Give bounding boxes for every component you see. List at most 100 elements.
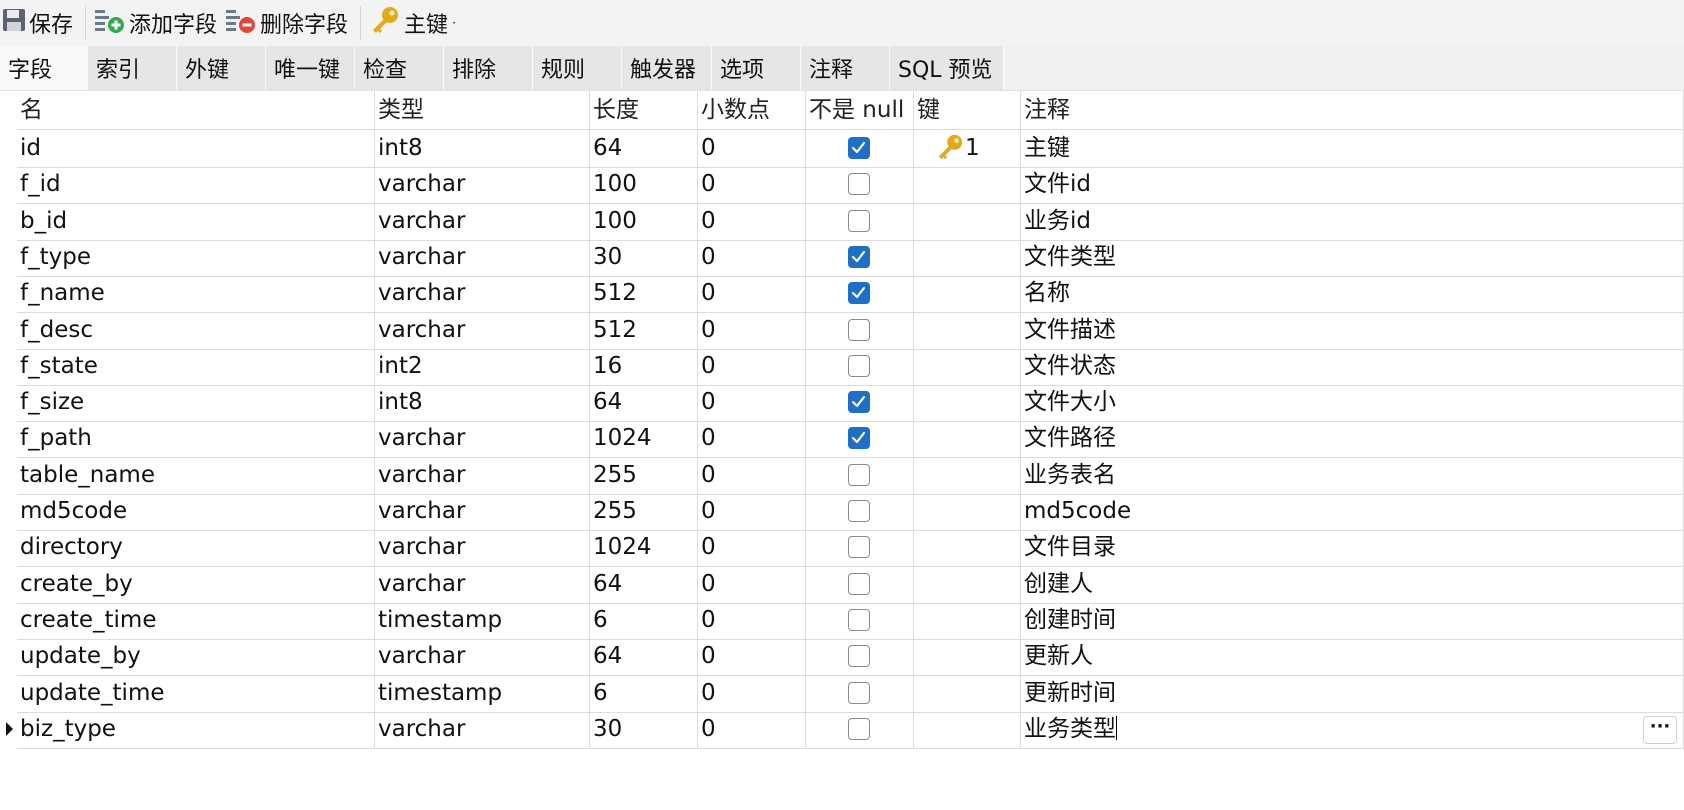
cell-not-null[interactable] [806,419,914,459]
cell-key[interactable] [914,492,1021,531]
save-button[interactable]: 保存 [0,0,79,46]
cell-length[interactable]: 6 [590,673,698,713]
cell-type[interactable]: int2 [375,346,590,386]
cell-comment[interactable]: 更新人 [1021,637,1684,677]
cell-length[interactable]: 1024 [590,419,698,459]
cell-type[interactable]: varchar [375,201,590,241]
table-row[interactable]: update_time timestamp 6 0 更新时间 [0,673,1684,713]
not-null-checkbox[interactable] [848,645,870,668]
tab-5[interactable]: 排除 [444,46,533,90]
cell-name[interactable]: table_name [17,455,375,495]
cell-decimals[interactable]: 0 [698,274,806,314]
cell-comment[interactable]: 创建人 [1021,564,1684,604]
cell-length[interactable]: 1024 [590,528,698,568]
cell-not-null[interactable] [806,274,914,314]
cell-decimals[interactable]: 0 [698,709,806,749]
cell-length[interactable]: 16 [590,346,698,386]
cell-name[interactable]: create_time [17,600,375,640]
not-null-checkbox[interactable] [848,245,870,268]
column-header-not-null[interactable]: 不是 null [806,91,914,130]
cell-not-null[interactable] [806,564,914,604]
cell-not-null[interactable] [806,455,914,495]
not-null-checkbox[interactable] [848,427,870,450]
cell-key[interactable] [914,383,1021,423]
cell-type[interactable]: varchar [375,455,590,495]
cell-name[interactable]: biz_type [17,709,375,749]
not-null-checkbox[interactable] [848,717,870,740]
cell-comment[interactable]: 名称 [1021,274,1684,314]
cell-key[interactable] [914,419,1021,459]
cell-decimals[interactable]: 0 [698,492,806,531]
column-header-length[interactable]: 长度 [590,91,698,130]
cell-comment[interactable]: 文件状态 [1021,346,1684,386]
cell-not-null[interactable] [806,492,914,531]
cell-name[interactable]: b_id [17,201,375,241]
add-field-button[interactable]: 添加字段 [92,0,223,46]
cell-decimals[interactable]: 0 [698,637,806,677]
cell-length[interactable]: 64 [590,564,698,604]
cell-length[interactable]: 255 [590,492,698,531]
cell-type[interactable]: varchar [375,165,590,205]
cell-comment[interactable]: 文件描述 [1021,310,1684,350]
cell-type[interactable]: varchar [375,237,590,277]
cell-length[interactable]: 64 [590,637,698,677]
cell-type[interactable]: varchar [375,709,590,749]
not-null-checkbox[interactable] [848,681,870,704]
cell-length[interactable]: 30 [590,237,698,277]
cell-decimals[interactable]: 0 [698,310,806,350]
cell-name[interactable]: create_by [17,564,375,604]
cell-decimals[interactable]: 0 [698,528,806,568]
table-row[interactable]: f_path varchar 1024 0 文件路径 [0,419,1684,459]
cell-length[interactable]: 512 [590,310,698,350]
table-row[interactable]: biz_type varchar 30 0 业务类型 ··· [0,709,1684,749]
table-row[interactable]: create_by varchar 64 0 创建人 [0,564,1684,604]
cell-name[interactable]: f_id [17,165,375,205]
cell-decimals[interactable]: 0 [698,419,806,459]
table-row[interactable]: f_desc varchar 512 0 文件描述 [0,310,1684,350]
cell-name[interactable]: f_size [17,383,375,423]
not-null-checkbox[interactable] [848,318,870,341]
tab-3[interactable]: 唯一键 [266,46,355,90]
cell-decimals[interactable]: 0 [698,564,806,604]
tab-8[interactable]: 选项 [712,46,801,90]
cell-comment[interactable]: md5code [1021,492,1684,531]
cell-type[interactable]: timestamp [375,600,590,640]
cell-not-null[interactable] [806,383,914,423]
table-row[interactable]: update_by varchar 64 0 更新人 [0,637,1684,677]
cell-key[interactable] [914,564,1021,604]
cell-comment[interactable]: 文件目录 [1021,528,1684,568]
tab-4[interactable]: 检查 [355,46,444,90]
column-header-name[interactable]: 名 [17,91,375,130]
cell-name[interactable]: f_type [17,237,375,277]
cell-name[interactable]: f_path [17,419,375,459]
not-null-checkbox[interactable] [848,572,870,595]
table-row[interactable]: f_type varchar 30 0 文件类型 [0,237,1684,277]
cell-key[interactable] [914,310,1021,350]
cell-not-null[interactable] [806,310,914,350]
cell-key[interactable] [914,201,1021,241]
cell-name[interactable]: update_by [17,637,375,677]
tab-1[interactable]: 索引 [88,46,177,90]
cell-name[interactable]: directory [17,528,375,568]
cell-decimals[interactable]: 0 [698,600,806,640]
cell-comment[interactable]: 业务表名 [1021,455,1684,495]
not-null-checkbox[interactable] [848,282,870,305]
cell-decimals[interactable]: 0 [698,346,806,386]
cell-name[interactable]: md5code [17,492,375,531]
cell-key[interactable] [914,237,1021,277]
not-null-checkbox[interactable] [848,173,870,196]
cell-not-null[interactable] [806,709,914,749]
column-header-type[interactable]: 类型 [375,91,590,130]
tab-2[interactable]: 外键 [177,46,266,90]
cell-key[interactable] [914,274,1021,314]
cell-type[interactable]: varchar [375,274,590,314]
tab-7[interactable]: 触发器 [622,46,712,90]
cell-not-null[interactable] [806,237,914,277]
cell-length[interactable]: 6 [590,600,698,640]
not-null-checkbox[interactable] [848,536,870,559]
cell-not-null[interactable] [806,129,914,168]
cell-comment[interactable]: 业务类型 ··· [1021,709,1684,749]
column-header-decimals[interactable]: 小数点 [698,91,806,130]
cell-type[interactable]: varchar [375,310,590,350]
cell-comment[interactable]: 主键 [1021,129,1684,168]
